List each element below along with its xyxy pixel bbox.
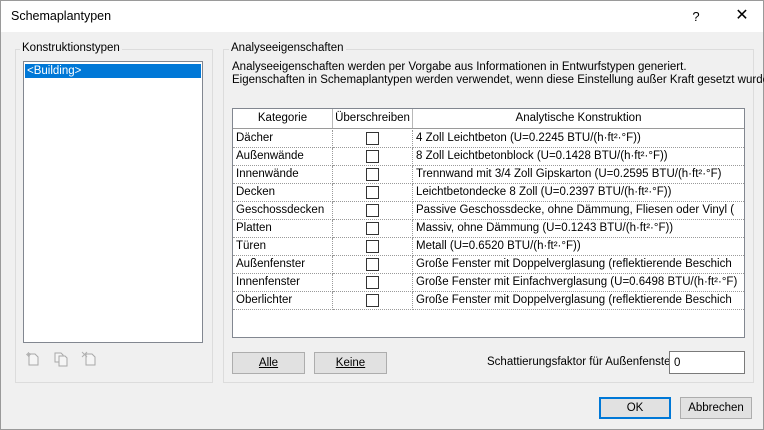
select-none-button[interactable]: Keine — [314, 352, 387, 374]
category-cell: Decken — [233, 184, 333, 202]
category-cell: Innenfenster — [233, 274, 333, 292]
override-cell — [333, 256, 413, 274]
override-cell — [333, 202, 413, 220]
override-checkbox[interactable] — [366, 132, 379, 145]
category-cell: Außenfenster — [233, 256, 333, 274]
table-row: Dächer 4 Zoll Leichtbeton (U=0.2245 BTU/… — [233, 130, 744, 148]
construction-table: Kategorie Überschreiben Analytische Kons… — [232, 108, 745, 338]
close-button[interactable]: ✕ — [725, 1, 759, 32]
table-row: Oberlichter Große Fenster mit Doppelverg… — [233, 292, 744, 310]
construction-cell[interactable]: Leichtbetondecke 8 Zoll (U=0.2397 BTU/(h… — [413, 184, 744, 202]
delete-type-icon[interactable] — [81, 351, 97, 367]
category-cell: Dächer — [233, 130, 333, 148]
override-cell — [333, 274, 413, 292]
table-row: Innenwände Trennwand mit 3/4 Zoll Gipska… — [233, 166, 744, 184]
category-cell: Innenwände — [233, 166, 333, 184]
description-line-1: Analyseeigenschaften werden per Vorgabe … — [232, 61, 687, 73]
help-button[interactable]: ? — [681, 1, 711, 32]
description-line-2: Eigenschaften in Schemaplantypen werden … — [232, 74, 764, 86]
override-checkbox[interactable] — [366, 150, 379, 163]
category-cell: Platten — [233, 220, 333, 238]
override-checkbox[interactable] — [366, 294, 379, 307]
construction-types-list[interactable]: <Building> — [23, 61, 203, 343]
select-all-button[interactable]: Alle — [232, 352, 305, 374]
override-cell — [333, 220, 413, 238]
title-bar: Schemaplantypen ? ✕ — [1, 1, 763, 32]
construction-cell[interactable]: 8 Zoll Leichtbetonblock (U=0.1428 BTU/(h… — [413, 148, 744, 166]
construction-cell[interactable]: Trennwand mit 3/4 Zoll Gipskarton (U=0.2… — [413, 166, 744, 184]
column-header-construction[interactable]: Analytische Konstruktion — [413, 109, 744, 128]
table-row: Türen Metall (U=0.6520 BTU/(h·ft²·°F)) — [233, 238, 744, 256]
schematic-types-dialog: Schemaplantypen ? ✕ Konstruktionstypen <… — [0, 0, 764, 430]
override-cell — [333, 148, 413, 166]
construction-types-label: Konstruktionstypen — [20, 42, 122, 54]
table-row: Außenwände 8 Zoll Leichtbetonblock (U=0.… — [233, 148, 744, 166]
override-checkbox[interactable] — [366, 240, 379, 253]
shading-factor-input[interactable] — [669, 351, 745, 374]
category-cell: Außenwände — [233, 148, 333, 166]
column-header-category[interactable]: Kategorie — [233, 109, 333, 128]
table-row: Innenfenster Große Fenster mit Einfachve… — [233, 274, 744, 292]
ok-button[interactable]: OK — [599, 397, 671, 419]
table-row: Geschossdecken Passive Geschossdecke, oh… — [233, 202, 744, 220]
override-checkbox[interactable] — [366, 222, 379, 235]
override-cell — [333, 184, 413, 202]
override-checkbox[interactable] — [366, 258, 379, 271]
override-cell — [333, 238, 413, 256]
table-row: Außenfenster Große Fenster mit Doppelver… — [233, 256, 744, 274]
construction-cell[interactable]: Große Fenster mit Einfachverglasung (U=0… — [413, 274, 744, 292]
ok-label: OK — [626, 402, 644, 414]
construction-cell[interactable]: Massiv, ohne Dämmung (U=0.1243 BTU/(h·ft… — [413, 220, 744, 238]
override-cell — [333, 130, 413, 148]
construction-cell[interactable]: Passive Geschossdecke, ohne Dämmung, Fli… — [413, 202, 744, 220]
construction-cell[interactable]: Metall (U=0.6520 BTU/(h·ft²·°F)) — [413, 238, 744, 256]
list-item-building[interactable]: <Building> — [25, 64, 201, 78]
table-row: Decken Leichtbetondecke 8 Zoll (U=0.2397… — [233, 184, 744, 202]
duplicate-type-icon[interactable] — [53, 351, 69, 367]
override-checkbox[interactable] — [366, 186, 379, 199]
override-checkbox[interactable] — [366, 276, 379, 289]
select-all-label: Alle — [258, 357, 279, 369]
cancel-label: Abbrechen — [688, 402, 744, 414]
table-header: Kategorie Überschreiben Analytische Kons… — [233, 109, 744, 129]
construction-cell[interactable]: 4 Zoll Leichtbeton (U=0.2245 BTU/(h·ft²·… — [413, 130, 744, 148]
override-cell — [333, 166, 413, 184]
construction-cell[interactable]: Große Fenster mit Doppelverglasung (refl… — [413, 292, 744, 310]
new-type-icon[interactable] — [25, 351, 41, 367]
category-cell: Türen — [233, 238, 333, 256]
select-none-label: Keine — [335, 357, 366, 369]
table-row: Platten Massiv, ohne Dämmung (U=0.1243 B… — [233, 220, 744, 238]
construction-cell[interactable]: Große Fenster mit Doppelverglasung (refl… — [413, 256, 744, 274]
override-checkbox[interactable] — [366, 204, 379, 217]
dialog-title: Schemaplantypen — [11, 9, 112, 23]
cancel-button[interactable]: Abbrechen — [680, 397, 752, 419]
category-cell: Geschossdecken — [233, 202, 333, 220]
category-cell: Oberlichter — [233, 292, 333, 310]
column-header-override[interactable]: Überschreiben — [333, 109, 413, 128]
override-cell — [333, 292, 413, 310]
analysis-properties-label: Analyseeigenschaften — [229, 42, 346, 54]
override-checkbox[interactable] — [366, 168, 379, 181]
shading-factor-label: Schattierungsfaktor für Außenfenster: — [487, 356, 678, 368]
